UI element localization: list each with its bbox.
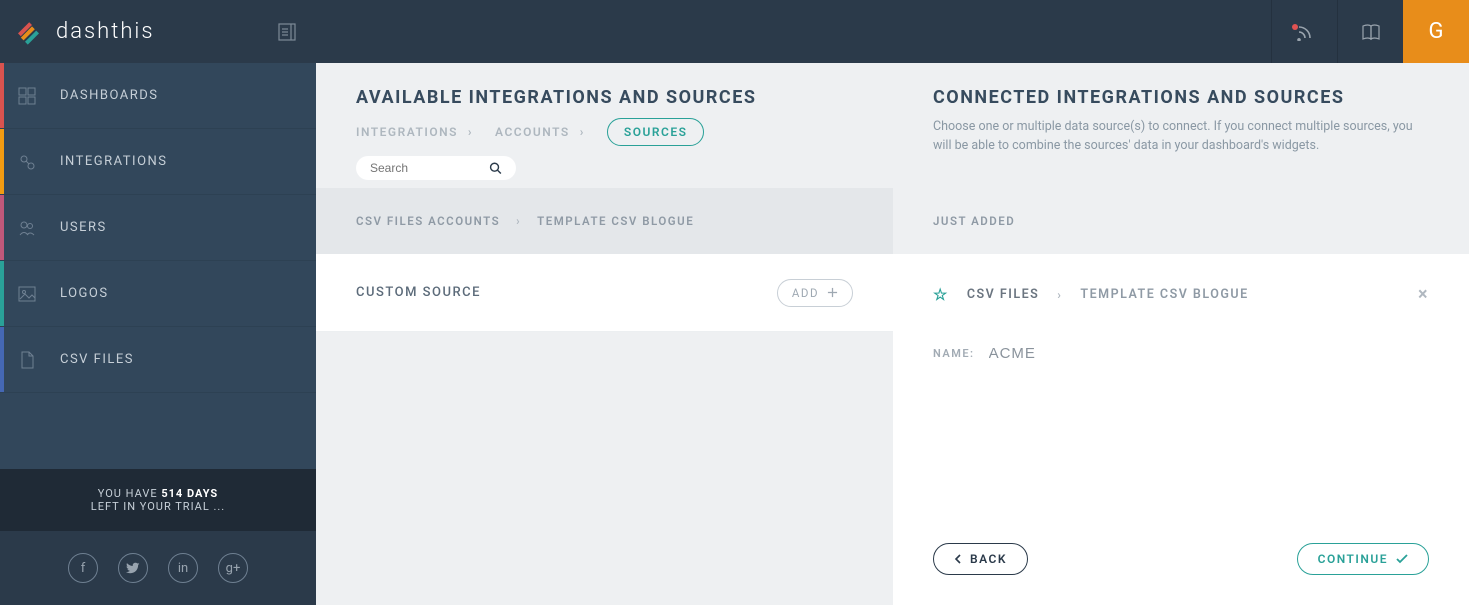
- name-label: NAME:: [933, 347, 975, 360]
- available-title: AVAILABLE INTEGRATIONS AND SOURCES: [356, 87, 853, 108]
- available-empty-area: [316, 332, 893, 605]
- connected-header: CONNECTED INTEGRATIONS AND SOURCES Choos…: [893, 63, 1469, 188]
- tab-row: INTEGRATIONS › ACCOUNTS › SOURCES: [356, 118, 853, 146]
- check-icon: [1396, 554, 1408, 564]
- search-wrap: [356, 156, 516, 180]
- close-icon[interactable]: ×: [1418, 284, 1429, 305]
- connected-desc: Choose one or multiple data source(s) to…: [933, 118, 1429, 156]
- trial-days: 514 DAYS: [161, 487, 218, 500]
- sidebar-item-label: DASHBOARDS: [60, 88, 159, 103]
- avatar-initial: G: [1429, 19, 1444, 44]
- rss-icon: [1296, 23, 1314, 41]
- chevron-right-icon: ›: [580, 125, 585, 139]
- sidebar-toggle-icon[interactable]: [278, 23, 296, 41]
- twitter-icon[interactable]: [118, 553, 148, 583]
- docs-button[interactable]: [1337, 0, 1403, 63]
- brand-logo-icon: [18, 18, 46, 46]
- accent-bar: [0, 327, 4, 392]
- accent-bar: [0, 195, 4, 260]
- tab-integrations[interactable]: INTEGRATIONS ›: [356, 125, 473, 139]
- accent-bar: [0, 129, 4, 194]
- trial-line1-pre: YOU HAVE: [98, 487, 162, 500]
- accent-bar: [0, 261, 4, 326]
- account-avatar[interactable]: G: [1403, 0, 1469, 63]
- chevron-left-icon: [954, 554, 962, 564]
- chevron-right-icon: ›: [516, 214, 521, 228]
- brand: dashthis: [0, 0, 316, 63]
- book-icon: [1361, 23, 1381, 41]
- connected-subhead: JUST ADDED: [893, 188, 1469, 254]
- continue-button[interactable]: CONTINUE: [1297, 543, 1429, 575]
- sidebar-item-label: CSV FILES: [60, 352, 134, 367]
- header-right: G: [1271, 0, 1469, 63]
- sidebar-item-label: INTEGRATIONS: [60, 154, 168, 169]
- name-input[interactable]: [989, 345, 1188, 362]
- breadcrumb-a[interactable]: CSV FILES ACCOUNTS: [356, 214, 500, 228]
- connected-pane: CONNECTED INTEGRATIONS AND SOURCES Choos…: [893, 63, 1469, 605]
- breadcrumb-b: TEMPLATE CSV BLOGUE: [1080, 287, 1248, 302]
- brand-name: dashthis: [56, 19, 155, 44]
- add-source-button[interactable]: ADD: [777, 279, 853, 307]
- integrations-icon: [18, 153, 36, 171]
- connected-card: ☆ CSV FILES › TEMPLATE CSV BLOGUE × NAME…: [893, 254, 1469, 543]
- chevron-right-icon: ›: [1057, 288, 1062, 302]
- tab-accounts[interactable]: ACCOUNTS ›: [495, 125, 585, 139]
- search-icon: [489, 161, 502, 175]
- users-icon: [18, 219, 36, 237]
- trial-status: YOU HAVE 514 DAYS LEFT IN YOUR TRIAL ...: [0, 469, 316, 531]
- sidebar: DASHBOARDS INTEGRATIONS USERS LOGOS CSV: [0, 63, 316, 605]
- name-row: NAME:: [933, 345, 1429, 362]
- sidebar-item-logos[interactable]: LOGOS: [0, 261, 316, 327]
- subhead-label: JUST ADDED: [933, 214, 1015, 228]
- available-pane: AVAILABLE INTEGRATIONS AND SOURCES INTEG…: [316, 63, 893, 605]
- source-row-title: CUSTOM SOURCE: [356, 285, 481, 300]
- trial-line2: LEFT IN YOUR TRIAL ...: [10, 500, 306, 513]
- notifications-button[interactable]: [1271, 0, 1337, 63]
- app-header: dashthis G: [0, 0, 1469, 63]
- social-row: f in g+: [0, 531, 316, 605]
- breadcrumb-b: TEMPLATE CSV BLOGUE: [537, 214, 694, 228]
- connected-footer: BACK CONTINUE: [893, 543, 1469, 605]
- dashboard-icon: [18, 87, 36, 105]
- sidebar-item-dashboards[interactable]: DASHBOARDS: [0, 63, 316, 129]
- connected-breadcrumb: ☆ CSV FILES › TEMPLATE CSV BLOGUE ×: [933, 284, 1429, 305]
- sidebar-nav: DASHBOARDS INTEGRATIONS USERS LOGOS CSV: [0, 63, 316, 393]
- image-icon: [18, 285, 36, 303]
- connected-title: CONNECTED INTEGRATIONS AND SOURCES: [933, 87, 1429, 108]
- star-icon: ☆: [933, 285, 949, 304]
- chevron-right-icon: ›: [468, 125, 473, 139]
- sidebar-item-integrations[interactable]: INTEGRATIONS: [0, 129, 316, 195]
- sidebar-item-label: USERS: [60, 220, 107, 235]
- plus-icon: [827, 287, 838, 298]
- googleplus-icon[interactable]: g+: [218, 553, 248, 583]
- source-row-custom: CUSTOM SOURCE ADD: [316, 254, 893, 332]
- sidebar-item-csv-files[interactable]: CSV FILES: [0, 327, 316, 393]
- search-input[interactable]: [370, 161, 489, 175]
- linkedin-icon[interactable]: in: [168, 553, 198, 583]
- available-breadcrumb: CSV FILES ACCOUNTS › TEMPLATE CSV BLOGUE: [316, 188, 893, 254]
- facebook-icon[interactable]: f: [68, 553, 98, 583]
- sidebar-item-label: LOGOS: [60, 286, 109, 301]
- accent-bar: [0, 63, 4, 128]
- file-icon: [18, 351, 36, 369]
- breadcrumb-a[interactable]: CSV FILES: [967, 287, 1039, 302]
- available-header: AVAILABLE INTEGRATIONS AND SOURCES INTEG…: [316, 63, 893, 188]
- sidebar-item-users[interactable]: USERS: [0, 195, 316, 261]
- tab-sources[interactable]: SOURCES: [607, 118, 705, 146]
- back-button[interactable]: BACK: [933, 543, 1028, 575]
